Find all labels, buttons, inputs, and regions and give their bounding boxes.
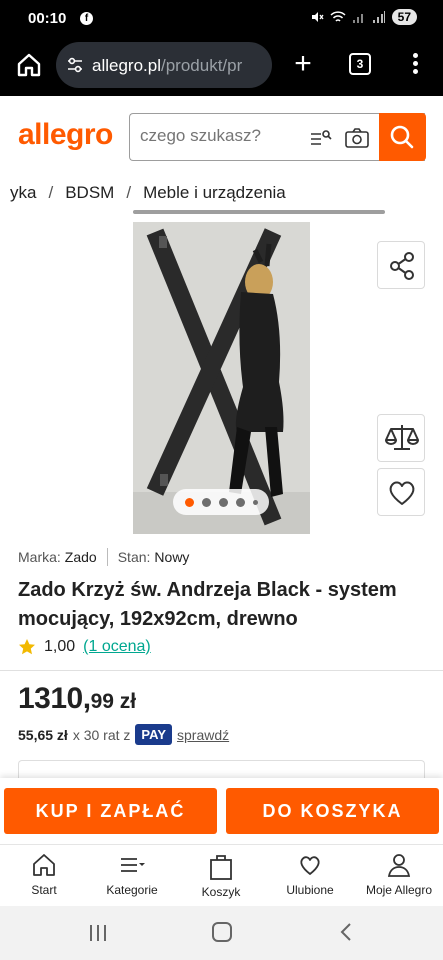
brand-label: Marka: (18, 549, 61, 565)
new-tab-button[interactable]: + (290, 49, 316, 80)
search-icon (390, 125, 414, 149)
nav-favorites[interactable]: Ulubione (266, 851, 354, 897)
installment-text: x 30 rat z (72, 726, 131, 743)
home-icon (17, 53, 41, 77)
breadcrumb-scrollbar[interactable] (133, 210, 385, 214)
breadcrumb-item[interactable]: yka (10, 183, 36, 203)
site-header: allegro (0, 96, 443, 182)
purchase-actions: KUP I ZAPŁAĆ DO KOSZYKA (0, 778, 443, 844)
product-title: Zado Krzyż św. Andrzeja Black - system m… (18, 579, 397, 630)
installments-info: 55,65 zł x 30 rat z PAY sprawdź (18, 724, 229, 745)
product-meta: Marka: Zado Stan: Nowy (18, 548, 189, 566)
system-navigation-bar (0, 906, 443, 960)
house-icon (33, 854, 55, 876)
rating-count-link[interactable]: (1 ocena) (83, 638, 151, 656)
site-settings-icon[interactable] (66, 56, 84, 74)
browser-menu-button[interactable] (405, 50, 425, 80)
url-domain: allegro.pl (92, 56, 161, 75)
nav-start[interactable]: Start (0, 851, 88, 897)
condition-value: Nowy (154, 549, 190, 565)
signal-icon (372, 11, 385, 23)
menu-icon (121, 858, 145, 872)
section-divider (0, 670, 443, 671)
share-button[interactable] (377, 241, 425, 289)
gallery-dot[interactable] (235, 497, 245, 507)
address-bar[interactable]: allegro.pl/produkt/pr (56, 42, 272, 88)
signal-icon (352, 14, 363, 23)
nav-cart[interactable]: Koszyk (177, 851, 265, 899)
gallery-pagination[interactable] (173, 489, 269, 515)
nav-label: Kategorie (106, 883, 158, 897)
back-icon[interactable] (338, 922, 354, 942)
nav-label: Moje Allegro (365, 883, 433, 897)
browser-toolbar: allegro.pl/produkt/pr + 3 (0, 36, 443, 96)
share-icon (390, 252, 414, 280)
heart-icon (389, 481, 415, 505)
favorite-button[interactable] (377, 468, 425, 516)
allegro-pay-badge: PAY (135, 724, 172, 745)
recent-apps-icon[interactable] (88, 923, 108, 943)
filter-list-icon[interactable] (308, 126, 332, 150)
bottom-navigation: Start Kategorie Koszyk Ulubione Moje All… (0, 844, 443, 906)
rating-value: 1,00 (44, 638, 76, 655)
search-bar (129, 113, 426, 161)
mute-icon (311, 12, 324, 22)
nav-label: Start (31, 883, 57, 897)
url-text: allegro.pl/produkt/pr (92, 56, 242, 76)
compare-button[interactable] (377, 414, 425, 462)
gallery-dot[interactable] (252, 499, 258, 505)
nav-label: Ulubione (286, 883, 334, 897)
shopping-bag-icon (210, 855, 232, 880)
nav-categories[interactable]: Kategorie (88, 851, 176, 897)
browser-home-button[interactable] (14, 50, 44, 80)
add-to-cart-button[interactable]: DO KOSZYKA (226, 788, 439, 834)
facebook-notification-icon: f (80, 12, 93, 25)
brand-value[interactable]: Zado (65, 549, 97, 565)
wifi-icon (330, 11, 346, 22)
product-photo[interactable] (133, 222, 310, 534)
product-photo-illustration (133, 222, 310, 534)
camera-icon[interactable] (344, 126, 370, 150)
scales-icon (385, 425, 419, 450)
search-button[interactable] (379, 113, 426, 161)
breadcrumb: yka / BDSM / Meble i urządzenia (0, 182, 443, 222)
url-path: /produkt/pr (161, 56, 243, 75)
status-bar: 00:10 f 57 (0, 0, 443, 36)
gallery-dot-active[interactable] (184, 497, 194, 507)
status-time: 00:10 (28, 10, 67, 27)
battery-indicator: 57 (391, 9, 417, 25)
status-icons: 57 (310, 9, 417, 25)
product-price: 1310,99 zł (18, 682, 136, 716)
gallery-dot[interactable] (218, 497, 228, 507)
allegro-logo[interactable]: allegro (18, 118, 113, 152)
search-input[interactable] (140, 126, 300, 146)
user-icon (387, 854, 411, 877)
tab-switcher-button[interactable]: 3 (349, 53, 371, 75)
nav-label: Koszyk (201, 885, 241, 899)
price-fraction: 99 zł (90, 690, 137, 713)
breadcrumb-item[interactable]: BDSM (65, 183, 114, 203)
nav-my-allegro[interactable]: Moje Allegro (355, 851, 443, 897)
breadcrumb-item[interactable]: Meble i urządzenia (143, 183, 286, 203)
system-home-button[interactable] (212, 922, 232, 942)
heart-icon (300, 856, 320, 875)
installment-check-link[interactable]: sprawdź (177, 727, 229, 743)
price-main: 1310, (18, 682, 91, 715)
breadcrumb-separator: / (126, 183, 132, 202)
condition-label: Stan: (117, 549, 151, 565)
gallery-dot[interactable] (201, 497, 211, 507)
product-rating: 1,00 (1 ocena) (18, 638, 151, 656)
breadcrumb-separator: / (48, 183, 54, 202)
star-icon (19, 639, 35, 655)
meta-divider (106, 548, 108, 566)
installment-amount: 55,65 zł (18, 726, 68, 743)
buy-now-button[interactable]: KUP I ZAPŁAĆ (4, 788, 217, 834)
